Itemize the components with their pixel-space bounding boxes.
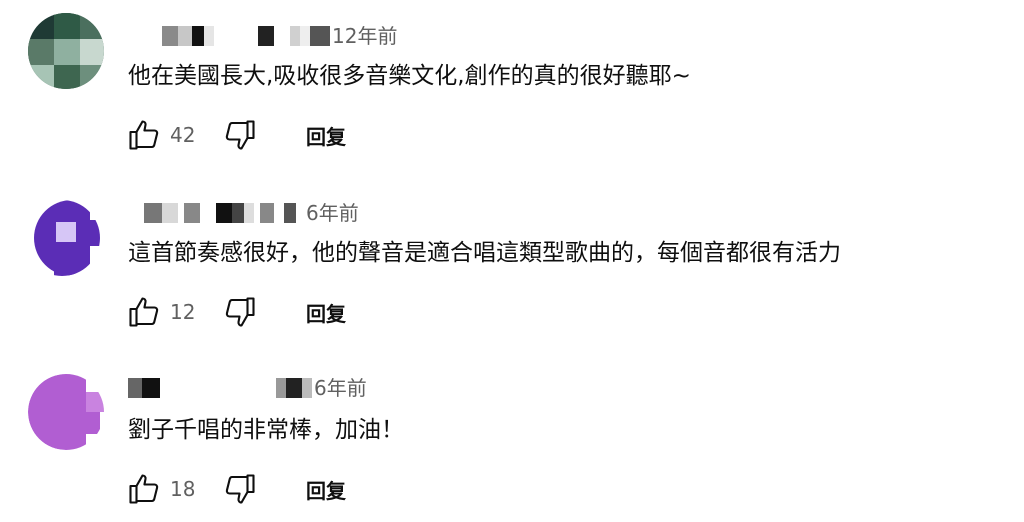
comment-item: 6年前 劉子千唱的非常棒，加油！ 18 回复: [0, 358, 1024, 522]
like-count: 18: [170, 477, 196, 501]
like-button[interactable]: [124, 469, 164, 509]
comment-item: 6年前 這首節奏感很好，他的聲音是適合唱這類型歌曲的，每個音都很有活力 12 回…: [0, 180, 1024, 350]
author-name-redacted[interactable]: [128, 378, 314, 398]
reply-button[interactable]: 回复: [306, 121, 346, 150]
comment-timestamp[interactable]: 6年前: [314, 373, 367, 403]
comment-header: 6年前: [128, 373, 367, 403]
dislike-button[interactable]: [220, 292, 260, 332]
avatar[interactable]: [28, 374, 104, 450]
reply-button[interactable]: 回复: [306, 298, 346, 327]
comment-text: 劉子千唱的非常棒，加油！: [128, 417, 404, 443]
like-button[interactable]: [124, 115, 164, 155]
comment-timestamp[interactable]: 6年前: [306, 198, 359, 228]
like-button[interactable]: [124, 292, 164, 332]
thumb-down-icon: [225, 297, 255, 327]
comment-item: 12年前 他在美國長大,吸收很多音樂文化,創作的真的很好聽耶~ 42 回复: [0, 0, 1024, 170]
dislike-button[interactable]: [220, 469, 260, 509]
avatar[interactable]: [28, 13, 104, 89]
thumb-up-icon: [129, 297, 159, 327]
comment-header: 12年前: [128, 21, 397, 51]
avatar[interactable]: [24, 200, 100, 276]
comment-timestamp[interactable]: 12年前: [332, 21, 397, 51]
thumb-up-icon: [129, 120, 159, 150]
thumb-up-icon: [129, 474, 159, 504]
comment-header: 6年前: [128, 198, 359, 228]
like-count: 12: [170, 300, 196, 324]
author-name-redacted[interactable]: [128, 26, 332, 46]
comment-text: 這首節奏感很好，他的聲音是適合唱這類型歌曲的，每個音都很有活力: [128, 240, 841, 266]
comment-text: 他在美國長大,吸收很多音樂文化,創作的真的很好聽耶~: [128, 63, 691, 89]
comment-actions: 42 回复: [124, 115, 346, 155]
comment-actions: 12 回复: [124, 292, 346, 332]
thumb-down-icon: [225, 474, 255, 504]
dislike-button[interactable]: [220, 115, 260, 155]
reply-button[interactable]: 回复: [306, 475, 346, 504]
comment-actions: 18 回复: [124, 469, 346, 509]
thumb-down-icon: [225, 120, 255, 150]
author-name-redacted[interactable]: [128, 203, 306, 223]
like-count: 42: [170, 123, 196, 147]
